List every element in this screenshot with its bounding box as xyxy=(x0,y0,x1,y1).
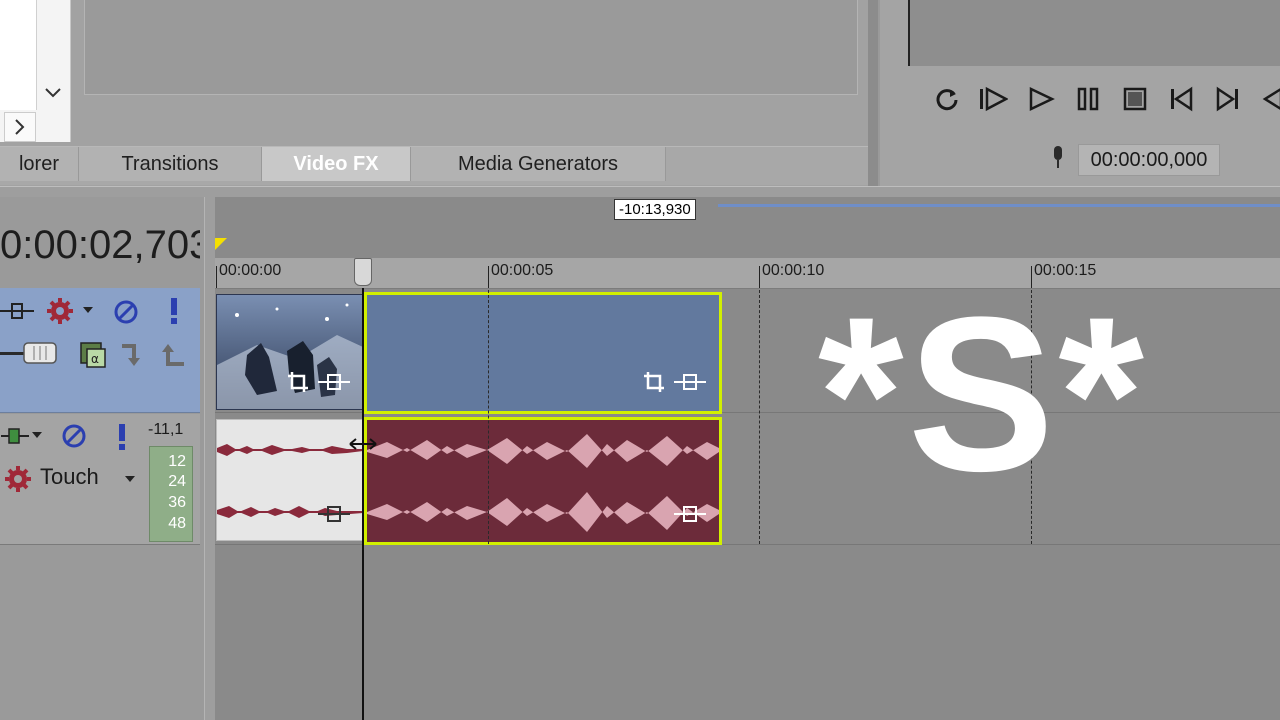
video-event-selected[interactable] xyxy=(364,292,722,414)
event-pan-crop-icon[interactable] xyxy=(642,370,666,394)
composite-mode-icon[interactable] xyxy=(0,298,34,324)
tab-video-fx[interactable]: Video FX xyxy=(262,147,411,181)
file-list-content[interactable] xyxy=(0,0,37,110)
chevron-down-icon[interactable] xyxy=(38,78,68,108)
trim-cursor-icon xyxy=(348,434,378,454)
loop-region-bar[interactable] xyxy=(718,204,1280,207)
playhead-handle[interactable] xyxy=(354,258,372,286)
make-compositing-child-icon[interactable] xyxy=(118,340,144,370)
preview-time-field[interactable]: 00:00:00,000 xyxy=(1078,144,1220,176)
video-preview-monitor xyxy=(908,0,1280,66)
explorer-preview-area xyxy=(84,0,858,95)
ruler-label: 00:00:10 xyxy=(762,262,825,279)
mute-icon[interactable] xyxy=(112,298,140,326)
ruler-tick xyxy=(488,266,489,288)
ruler-tick xyxy=(759,266,760,288)
audio-fx-gear-icon[interactable] xyxy=(2,464,34,494)
audio-event-fx-icon[interactable] xyxy=(674,502,706,526)
meter-scale-label: 24 xyxy=(168,473,186,490)
grid-line xyxy=(759,290,760,544)
previous-frame-icon[interactable] xyxy=(1256,84,1280,114)
play-icon[interactable] xyxy=(1026,84,1056,114)
event-pan-crop-icon[interactable] xyxy=(286,370,310,394)
audio-level-meter: 12 24 36 48 xyxy=(149,446,193,542)
audio-mute-icon[interactable] xyxy=(60,422,88,450)
event-fx-icon[interactable] xyxy=(318,370,350,394)
level-slider[interactable] xyxy=(0,340,60,366)
stop-icon[interactable] xyxy=(1120,84,1150,114)
svg-text:α: α xyxy=(91,352,99,366)
audio-event-selected[interactable] xyxy=(364,417,722,545)
dropdown-arrow-icon[interactable] xyxy=(80,302,96,318)
chevron-right-icon[interactable] xyxy=(4,112,36,142)
make-compositing-parent-icon[interactable] xyxy=(158,340,188,370)
meter-scale-label: 36 xyxy=(168,494,186,511)
audio-solo-icon[interactable] xyxy=(112,422,132,452)
microphone-icon[interactable] xyxy=(1048,144,1068,172)
track-motion-icon[interactable]: α xyxy=(78,340,108,370)
event-fx-icon[interactable] xyxy=(674,370,706,394)
peak-db-value: -11,1 xyxy=(148,421,184,438)
go-to-start-icon[interactable] xyxy=(1166,84,1196,114)
tab-media-generators[interactable]: Media Generators xyxy=(411,147,666,181)
go-to-end-icon[interactable] xyxy=(1213,84,1243,114)
ruler-label: 00:00:00 xyxy=(219,262,282,279)
solo-icon[interactable] xyxy=(164,296,184,326)
loop-icon[interactable] xyxy=(932,84,962,114)
tab-explorer[interactable]: lorer xyxy=(0,147,79,181)
automation-mode-select[interactable]: Touch xyxy=(40,464,99,490)
ruler-label: 00:00:05 xyxy=(491,262,554,279)
watermark-overlay: *S* xyxy=(818,271,1148,517)
pause-icon[interactable] xyxy=(1073,84,1103,114)
cursor-time-tooltip: -10:13,930 xyxy=(614,199,696,220)
tab-transitions[interactable]: Transitions xyxy=(79,147,262,181)
audio-dropdown-arrow-icon[interactable] xyxy=(30,428,44,442)
track-fx-gear-icon[interactable] xyxy=(44,296,76,326)
playhead-line[interactable] xyxy=(362,288,364,720)
play-from-start-icon[interactable] xyxy=(978,84,1008,114)
grid-line xyxy=(488,290,489,544)
explorer-tab-bar: lorer Transitions Video FX Media Generat… xyxy=(0,146,868,185)
automation-dropdown-arrow-icon[interactable] xyxy=(122,472,138,486)
current-time-display: 0:00:02,703 xyxy=(0,223,200,267)
marker-flag-icon[interactable] xyxy=(215,238,227,250)
ruler-tick xyxy=(216,266,217,288)
meter-scale-label: 48 xyxy=(168,515,186,532)
audio-event-fx-icon[interactable] xyxy=(318,502,350,526)
meter-scale-label: 12 xyxy=(168,453,186,470)
audio-composite-icon[interactable] xyxy=(0,424,30,448)
